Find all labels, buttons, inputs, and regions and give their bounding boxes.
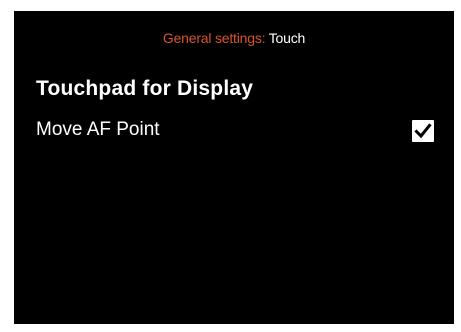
menu-breadcrumb: General settings: Touch	[14, 30, 454, 46]
checkmark-icon	[414, 123, 432, 139]
move-af-point-checkbox[interactable]	[412, 120, 434, 142]
setting-row-move-af-point[interactable]: Move AF Point	[14, 116, 454, 146]
breadcrumb-category: General settings:	[162, 30, 266, 46]
breadcrumb-current: Touch	[268, 30, 306, 46]
section-title: Touchpad for Display	[36, 77, 254, 100]
camera-menu-screen: General settings: Touch Touchpad for Dis…	[14, 11, 454, 324]
setting-label: Move AF Point	[36, 119, 160, 140]
